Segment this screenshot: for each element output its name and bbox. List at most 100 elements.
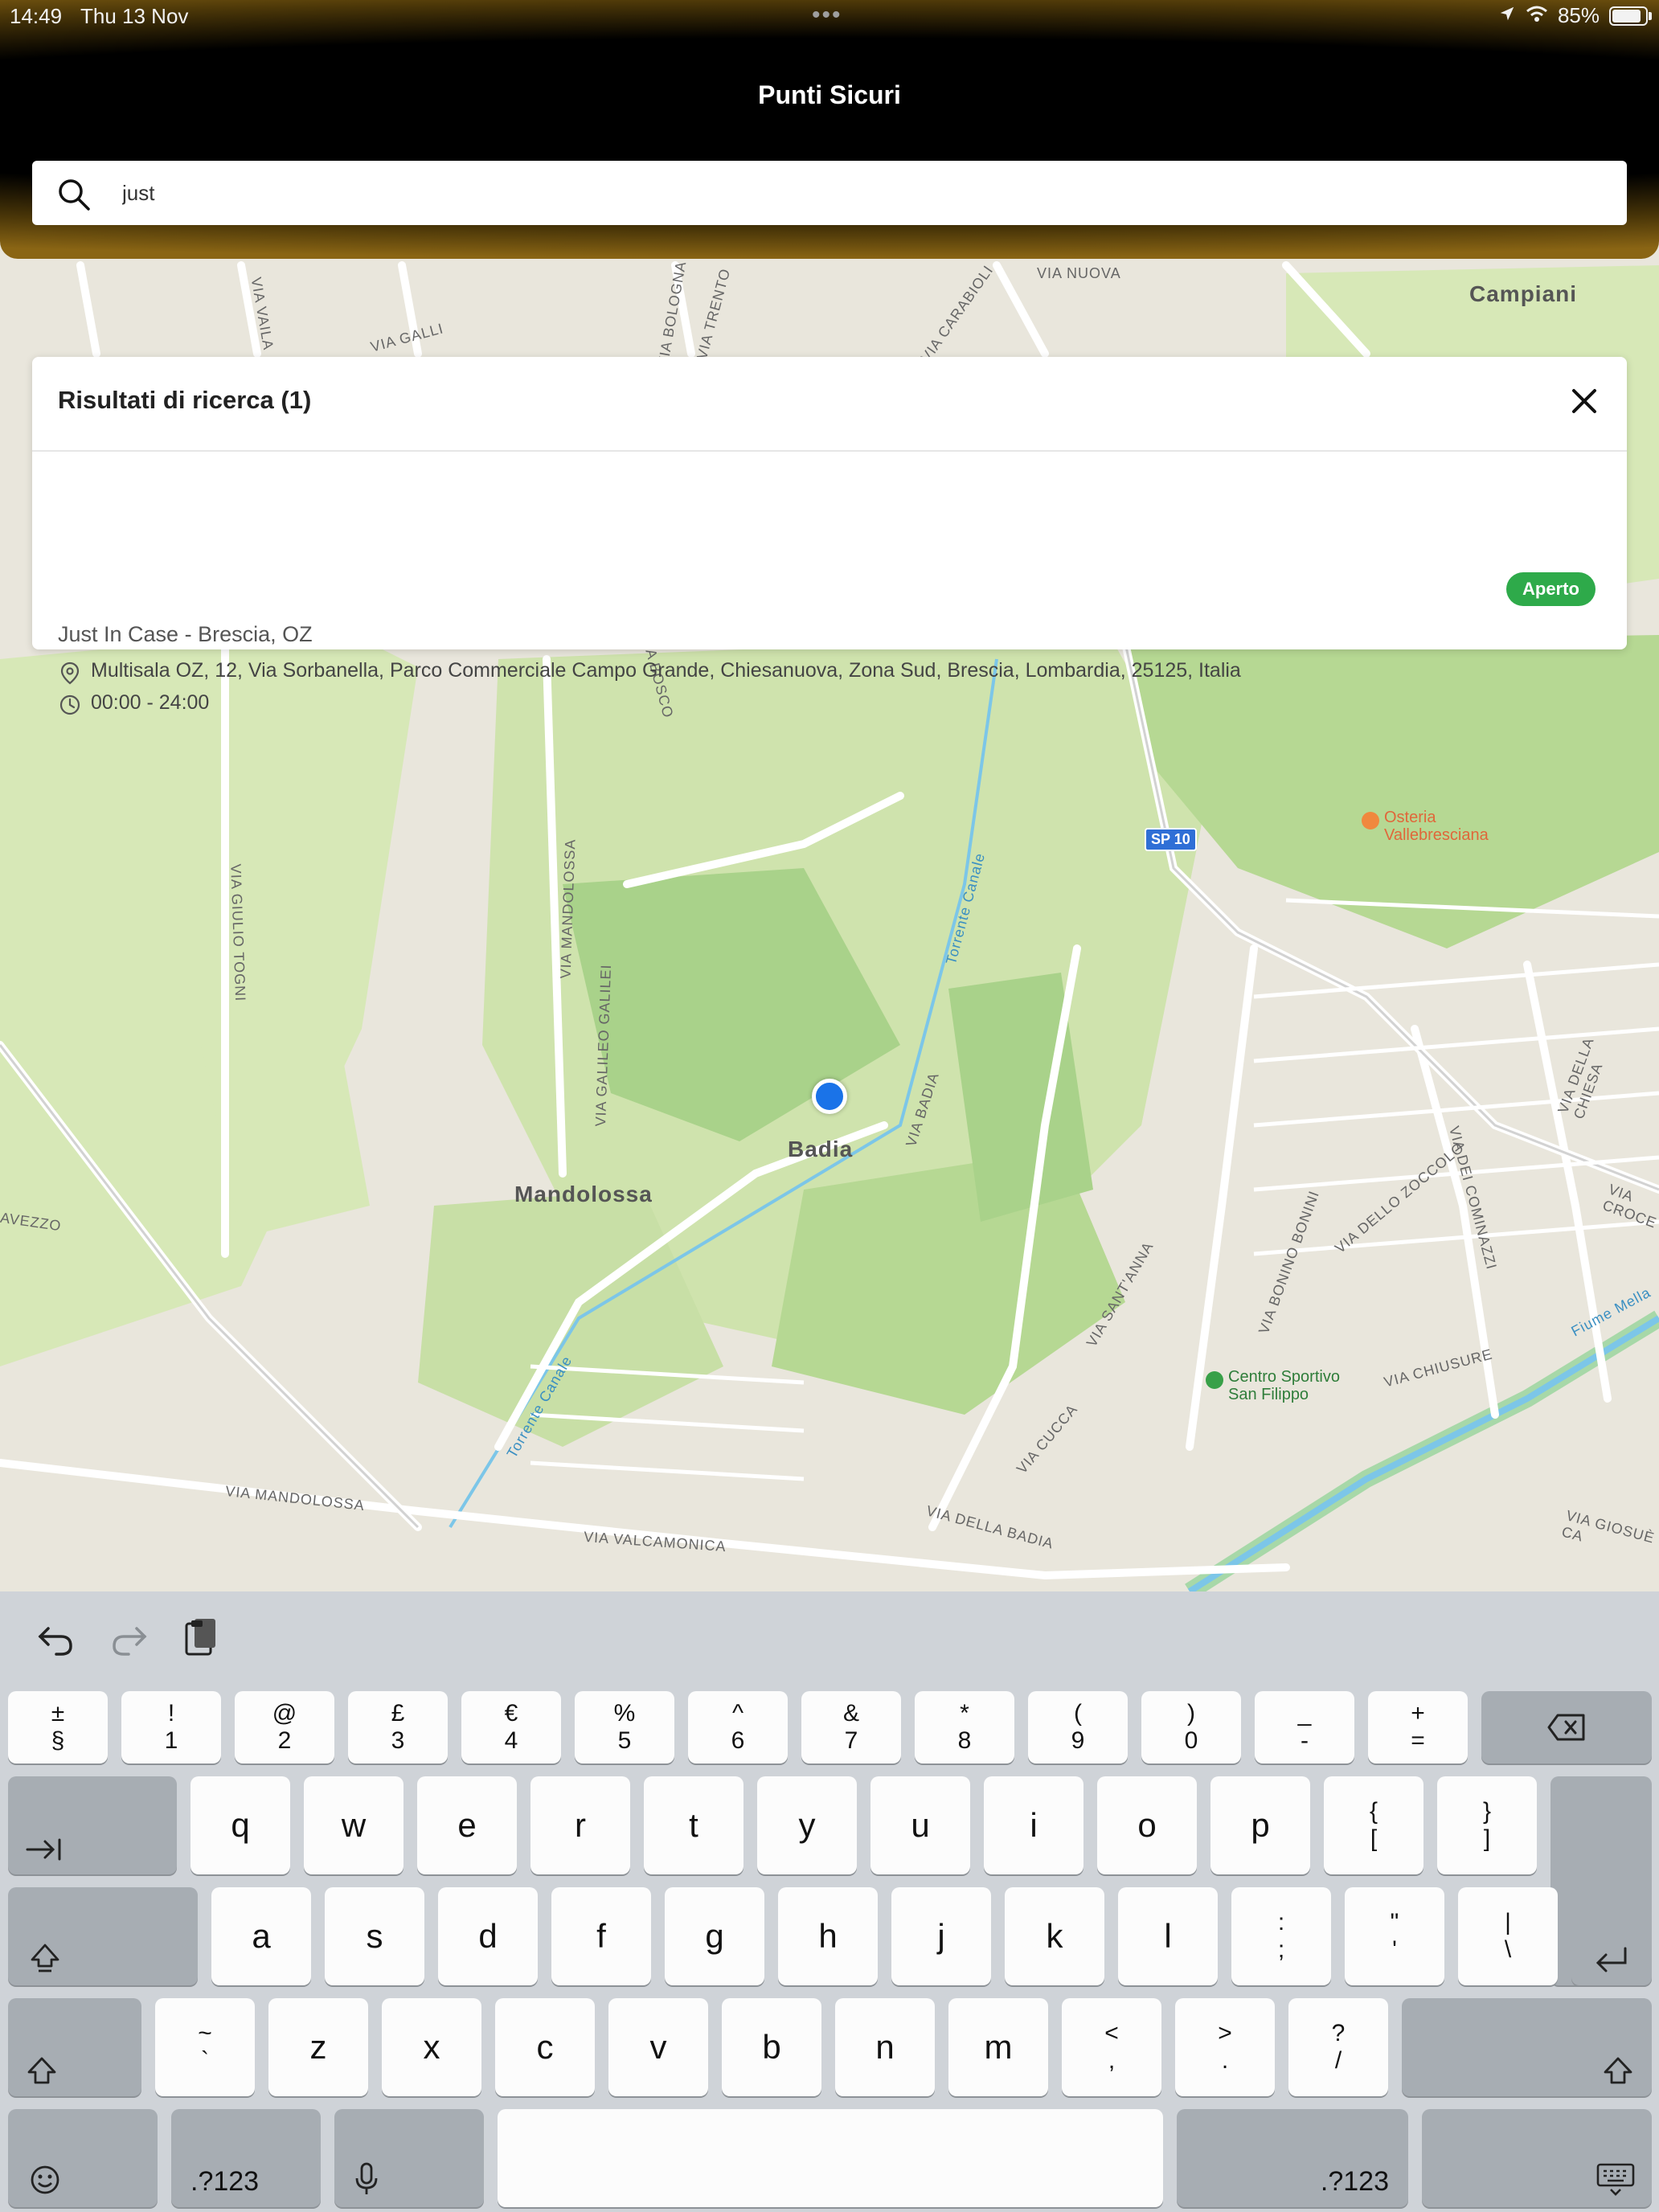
key-bottom-label: 4 — [504, 1727, 518, 1754]
key-a[interactable]: a — [211, 1887, 311, 1985]
battery-percent: 85% — [1557, 3, 1600, 27]
map-place-label: Campiani — [1469, 281, 1578, 306]
key-p[interactable]: p — [1210, 1776, 1310, 1874]
key-bottom-label: 3 — [391, 1727, 405, 1754]
key-d[interactable]: d — [438, 1887, 538, 1985]
key-bottom-label: , — [1108, 2047, 1116, 2074]
key-u[interactable]: u — [870, 1776, 970, 1874]
key-row1-11[interactable]: _ - — [1255, 1691, 1354, 1763]
undo-button[interactable] — [32, 1614, 80, 1662]
search-icon — [56, 177, 92, 216]
key-pipe[interactable]: | \ — [1458, 1887, 1558, 1985]
multitasking-dots-icon[interactable]: ••• — [812, 2, 842, 29]
key-row1-0[interactable]: ± § — [8, 1691, 108, 1763]
key-n[interactable]: n — [835, 1998, 935, 2096]
numbers-right-key[interactable]: .?123 — [1177, 2109, 1408, 2207]
map-poi[interactable]: Osteria Vallebresciana — [1362, 809, 1489, 844]
key-row1-3[interactable]: £3 — [348, 1691, 448, 1763]
key-top-label: ( — [1074, 1700, 1082, 1727]
numbers-left-key[interactable]: .?123 — [171, 2109, 321, 2207]
key-row1-1[interactable]: ! 1 — [121, 1691, 221, 1763]
status-time: 14:49 — [10, 4, 63, 28]
key-k[interactable]: k — [1005, 1887, 1104, 1985]
key-r[interactable]: r — [530, 1776, 630, 1874]
result-item[interactable]: Aperto Just In Case - Brescia, OZ Multis… — [32, 452, 1627, 715]
key-bottom-label: 8 — [957, 1727, 972, 1754]
key-bottom-label: . — [1221, 2047, 1229, 2074]
key-x[interactable]: x — [382, 1998, 481, 2096]
shift-right-key[interactable] — [1402, 1998, 1652, 2096]
key-row1-5[interactable]: % 5 — [575, 1691, 674, 1763]
key-greater-than[interactable]: >. — [1175, 1998, 1275, 2096]
redo-button[interactable] — [104, 1614, 153, 1662]
close-icon — [1572, 389, 1596, 413]
wifi-icon — [1526, 3, 1548, 28]
key-i[interactable]: i — [984, 1776, 1083, 1874]
key-top-label: < — [1104, 2020, 1119, 2046]
key-bottom-label: 2 — [277, 1727, 292, 1754]
keyboard-dismiss-icon — [1596, 2163, 1635, 2196]
key-row1-9[interactable]: (9 — [1028, 1691, 1128, 1763]
key-colon[interactable]: :; — [1231, 1887, 1331, 1985]
result-address: Multisala OZ, 12, Via Sorbanella, Parco … — [91, 659, 1241, 682]
key-top-label: " — [1390, 1909, 1399, 1936]
search-bar[interactable] — [32, 161, 1627, 225]
key-bottom-label: [ — [1370, 1825, 1378, 1852]
key-row1-12[interactable]: + = — [1368, 1691, 1468, 1763]
key-l[interactable]: l — [1118, 1887, 1218, 1985]
dictation-key[interactable] — [334, 2109, 484, 2207]
key-bottom-label: 6 — [731, 1727, 745, 1754]
key-e[interactable]: e — [417, 1776, 517, 1874]
paste-button[interactable] — [177, 1614, 225, 1662]
key-h[interactable]: h — [778, 1887, 878, 1985]
space-key[interactable] — [498, 2109, 1163, 2207]
backspace-key[interactable] — [1481, 1691, 1652, 1763]
key-bottom-label: = — [1411, 1727, 1425, 1754]
dismiss-keyboard-key[interactable] — [1422, 2109, 1652, 2207]
map-poi[interactable]: Centro Sportivo San Filippo — [1206, 1368, 1340, 1403]
key-b[interactable]: b — [722, 1998, 821, 2096]
key-v[interactable]: v — [608, 1998, 708, 2096]
key-row1-6[interactable]: ^ 6 — [688, 1691, 788, 1763]
key-y[interactable]: y — [757, 1776, 857, 1874]
key-s[interactable]: s — [325, 1887, 424, 1985]
key-row1-10[interactable]: ) 0 — [1141, 1691, 1241, 1763]
key-z[interactable]: z — [268, 1998, 368, 2096]
user-location-marker[interactable] — [812, 1079, 847, 1114]
key-quote[interactable]: " ' — [1345, 1887, 1444, 1985]
key-bottom-label: 0 — [1184, 1727, 1198, 1754]
key-g[interactable]: g — [665, 1887, 764, 1985]
key-question[interactable]: ? / — [1288, 1998, 1388, 2096]
key-row1-2[interactable]: @2 — [235, 1691, 334, 1763]
tab-key[interactable] — [8, 1776, 177, 1874]
key-top-label: _ — [1297, 1700, 1312, 1727]
key-t[interactable]: t — [644, 1776, 743, 1874]
key-row1-4[interactable]: €4 — [461, 1691, 561, 1763]
key-top-label: @ — [272, 1700, 297, 1727]
key-row1-8[interactable]: * 8 — [915, 1691, 1014, 1763]
return-key[interactable] — [1571, 1887, 1652, 1985]
close-button[interactable] — [1564, 381, 1604, 421]
results-title: Risultati di ricerca (1) — [58, 386, 312, 414]
key-m[interactable]: m — [948, 1998, 1048, 2096]
emoji-key[interactable] — [8, 2109, 158, 2207]
key-w[interactable]: w — [304, 1776, 403, 1874]
key-q[interactable]: q — [190, 1776, 290, 1874]
key-top-label: & — [842, 1700, 859, 1727]
key-top-label: | — [1505, 1909, 1511, 1936]
shift-left-key[interactable] — [8, 1998, 141, 2096]
key-bottom-label: 1 — [164, 1727, 178, 1754]
key-less-than[interactable]: <, — [1062, 1998, 1161, 2096]
key-brace-close[interactable]: }] — [1437, 1776, 1537, 1874]
key-top-label: ! — [167, 1700, 175, 1727]
key-j[interactable]: j — [891, 1887, 991, 1985]
key-row1-7[interactable]: & 7 — [801, 1691, 901, 1763]
key-tilde[interactable]: ~ ` — [155, 1998, 255, 2096]
key-f[interactable]: f — [551, 1887, 651, 1985]
key-c[interactable]: c — [495, 1998, 595, 2096]
caps-lock-key[interactable] — [8, 1887, 198, 1985]
key-brace-open[interactable]: {[ — [1324, 1776, 1423, 1874]
search-results-panel: Risultati di ricerca (1) Aperto Just In … — [32, 357, 1627, 715]
search-input[interactable] — [122, 177, 1569, 209]
key-o[interactable]: o — [1097, 1776, 1197, 1874]
